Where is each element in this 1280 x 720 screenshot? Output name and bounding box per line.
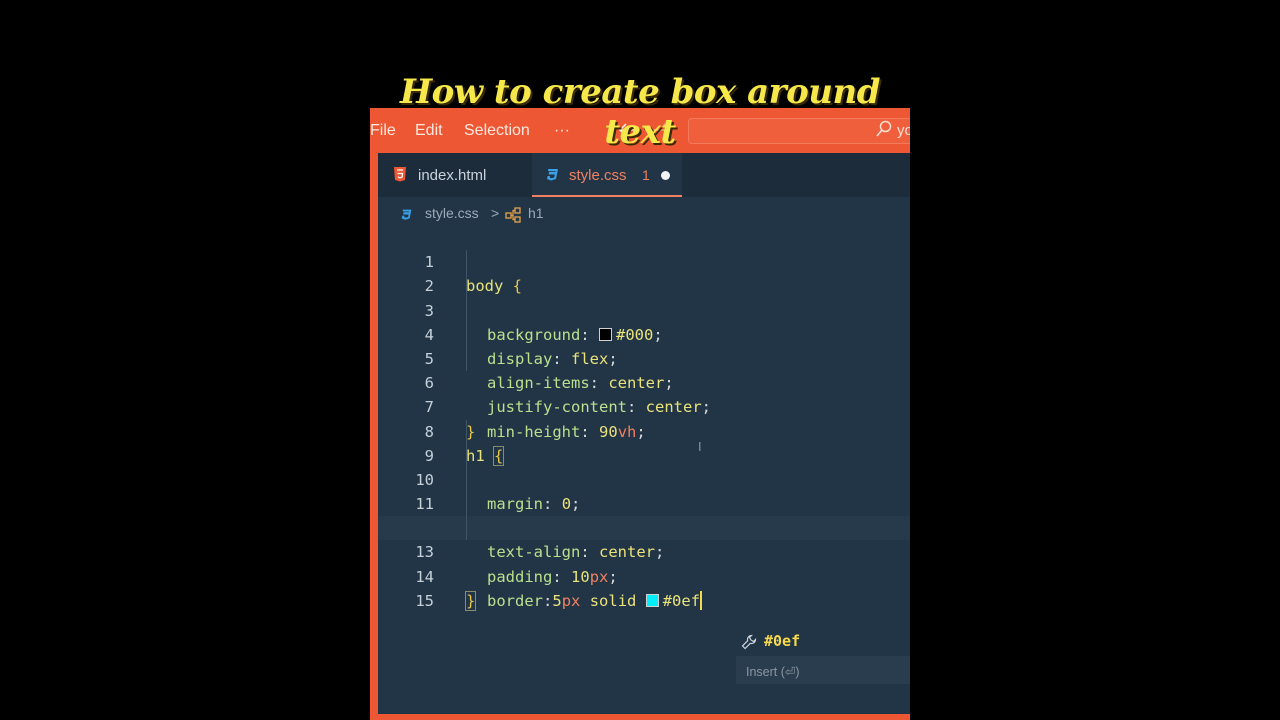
tab-bar: index.html style.css 1 [378, 153, 910, 197]
indent-guide [466, 467, 467, 493]
status-bar-edge [370, 714, 910, 720]
code-line[interactable]: 4 align-items: center; [378, 298, 910, 392]
tab-index-html[interactable]: index.html [378, 153, 530, 197]
breadcrumb-symbol[interactable]: h1 [528, 205, 544, 221]
text-cursor [700, 590, 703, 610]
css-property: border [487, 591, 543, 610]
code-line[interactable]: 6 min-height: 90vh; [378, 346, 910, 441]
editor-window: File Edit Selection ··· yo index.html st… [370, 108, 910, 720]
problem-count-badge: 1 [642, 167, 650, 183]
code-line[interactable]: 12 padding: 10px; [378, 492, 910, 586]
html5-icon [394, 167, 406, 182]
css-unit: px [561, 591, 581, 610]
tab-style-css[interactable]: style.css 1 [532, 153, 682, 197]
tab-label: index.html [418, 167, 487, 184]
code-line[interactable]: 2 background: #000; [378, 250, 910, 344]
indent-guide [466, 443, 467, 468]
tab-label: style.css [569, 167, 627, 184]
mouse-ibeam-icon: I [698, 440, 702, 454]
code-line[interactable]: 8 h1 { [378, 395, 910, 466]
code-line[interactable]: 3 display: flex; [378, 274, 910, 368]
css3-icon [401, 209, 412, 220]
indent-guide [466, 298, 467, 323]
code-area[interactable]: 1 body { 2 background: #000; 3 display: … [378, 226, 910, 611]
breadcrumb-separator: > [491, 205, 500, 221]
autocomplete-item[interactable]: #0ef [736, 628, 910, 656]
code-line[interactable]: 7 } [378, 371, 910, 440]
stage: How to create box around text File Edit … [0, 0, 1280, 720]
breadcrumb-file[interactable]: style.css [425, 205, 479, 221]
indent-guide [466, 346, 467, 372]
css-value: solid [589, 591, 637, 610]
autocomplete-widget[interactable]: #0ef Insert (⏎) [736, 628, 910, 684]
css-value-typing: #0ef [662, 591, 701, 610]
indent-guide [466, 322, 467, 347]
code-line[interactable]: 10 color: #fff; [378, 443, 910, 537]
code-line[interactable]: 15 [378, 565, 910, 610]
code-line[interactable]: 14 } [378, 540, 910, 611]
code-line[interactable]: 9 margin: 0; [378, 419, 910, 513]
code-line[interactable]: 11 text-align: center; [378, 467, 910, 561]
autocomplete-detail: Insert (⏎) [746, 665, 800, 679]
code-line[interactable]: 5 justify-content: center; [378, 322, 910, 416]
indent-guide [466, 250, 467, 275]
code-line-active[interactable]: 13 border:5px solid #0ef [378, 516, 910, 610]
indent-guide [466, 419, 467, 444]
video-title-overlay: How to create box around text [400, 72, 880, 152]
color-swatch-icon[interactable] [645, 593, 659, 607]
unsaved-dot-icon[interactable] [661, 171, 670, 180]
line-number: 15 [415, 591, 434, 610]
code-editor[interactable]: style.css > h1 1 body { 2 background: #0… [378, 197, 910, 720]
indent-guide [466, 492, 467, 517]
autocomplete-label: #0ef [764, 632, 801, 650]
wrench-icon [741, 634, 757, 650]
code-line[interactable]: 1 body { [378, 226, 910, 295]
symbol-tag-icon [505, 207, 521, 223]
css3-icon [547, 169, 558, 181]
css-number: 5 [552, 591, 562, 610]
indent-guide [466, 516, 467, 541]
colon: : [543, 591, 553, 610]
indent-guide [466, 274, 467, 299]
